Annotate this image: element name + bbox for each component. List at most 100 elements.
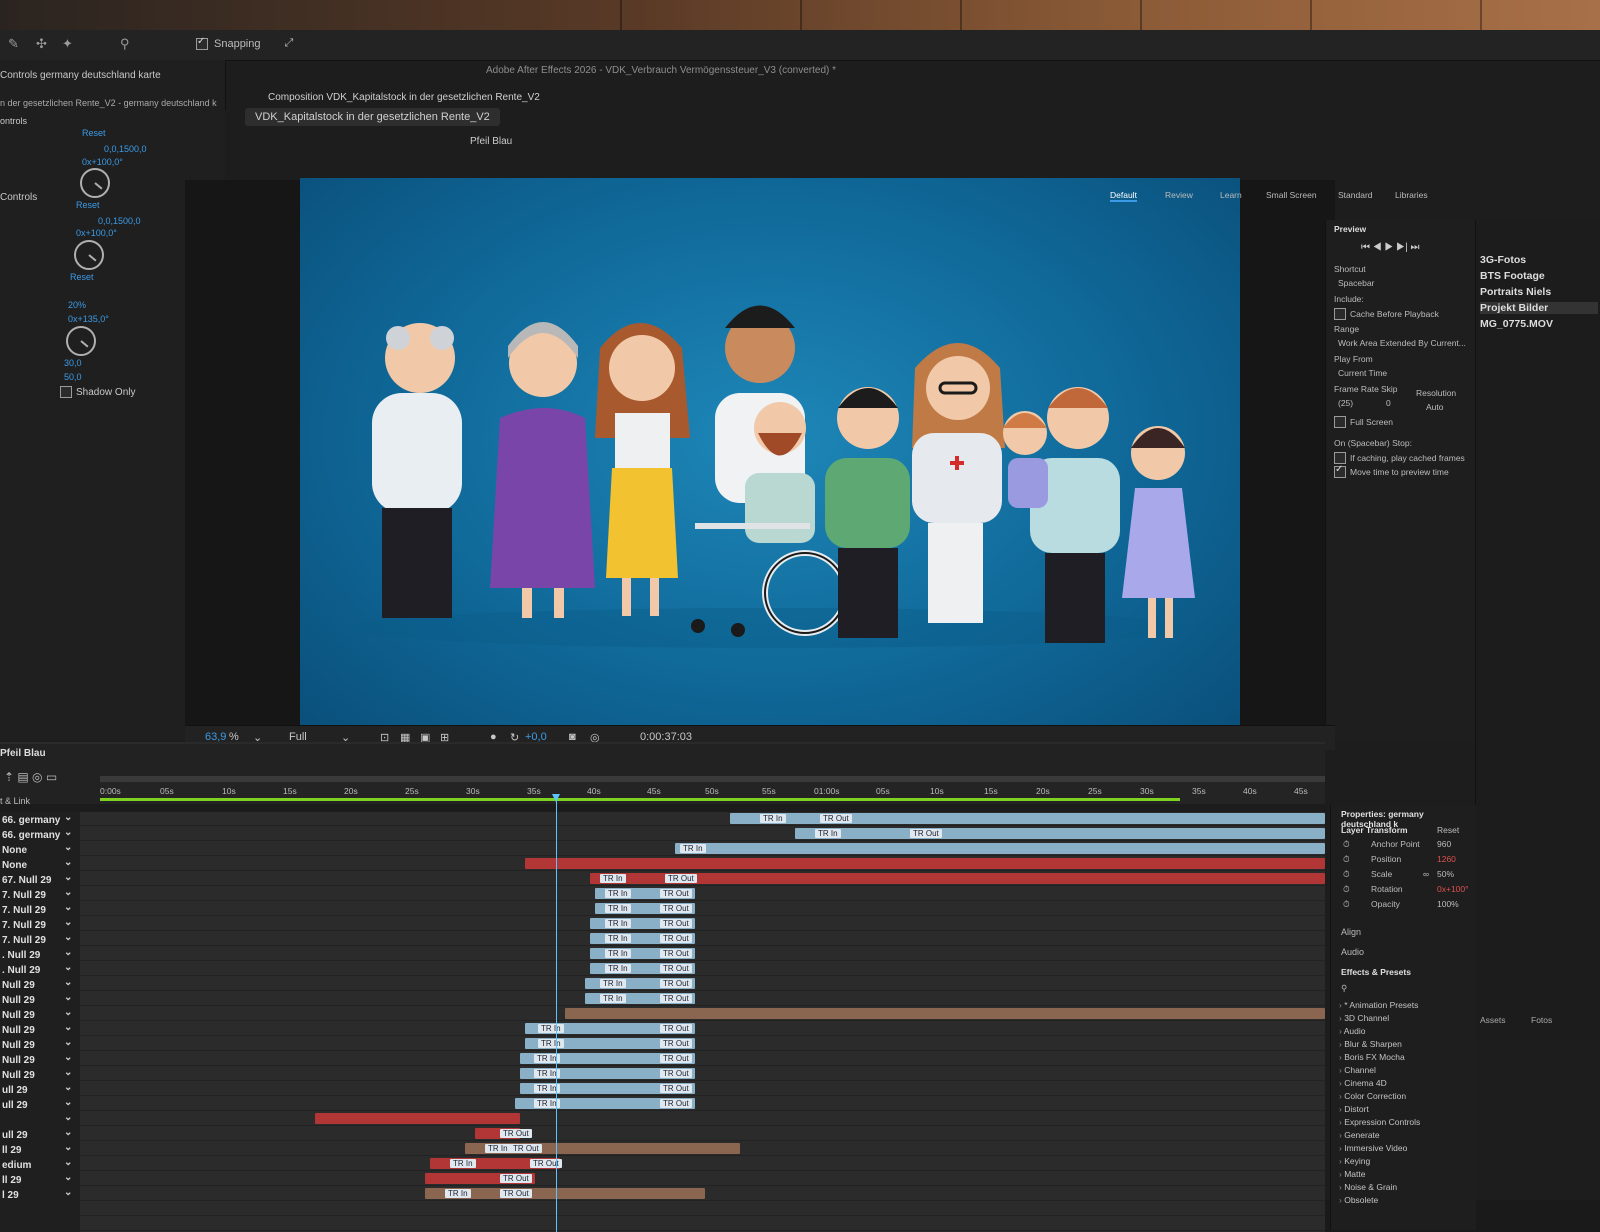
workspace-review[interactable]: Review: [1165, 190, 1193, 200]
marker-tr-out[interactable]: TR Out: [500, 1189, 532, 1198]
layer-name[interactable]: 7. Null 29: [2, 917, 72, 931]
cache-checkbox[interactable]: [1334, 308, 1346, 320]
layer-name[interactable]: 7. Null 29: [2, 932, 72, 946]
move-time-option[interactable]: Move time to preview time: [1334, 464, 1449, 478]
marker-tr-out[interactable]: TR Out: [530, 1159, 562, 1168]
marker-tr-out[interactable]: TR Out: [665, 874, 697, 883]
layer-name[interactable]: . Null 29: [2, 962, 73, 976]
composition-canvas[interactable]: [300, 178, 1240, 753]
layer-name[interactable]: 7. Null 29: [2, 887, 72, 901]
effect-category[interactable]: Expression Controls: [1339, 1117, 1420, 1127]
track-row[interactable]: [80, 1067, 1325, 1081]
effect-category[interactable]: Distort: [1339, 1104, 1369, 1114]
marker-tr-out[interactable]: TR Out: [510, 1144, 542, 1153]
marker-tr-in[interactable]: TR In: [815, 829, 841, 838]
layer-name[interactable]: Null 29: [2, 977, 72, 991]
workspace-learn[interactable]: Learn: [1220, 190, 1242, 200]
marker-tr-out[interactable]: TR Out: [660, 919, 692, 928]
snap-options-icon[interactable]: ⤢: [285, 37, 294, 50]
marker-tr-in[interactable]: TR In: [605, 919, 631, 928]
stopwatch-icon[interactable]: ⏱: [1343, 869, 1350, 880]
marker-tr-out[interactable]: TR Out: [660, 1069, 692, 1078]
pen-icon[interactable]: ✎: [8, 36, 19, 52]
stopwatch-icon[interactable]: ⏱: [1343, 899, 1350, 910]
cache-option[interactable]: Cache Before Playback: [1334, 308, 1439, 320]
audio-section[interactable]: Audio: [1341, 947, 1364, 957]
reset-link[interactable]: Reset: [76, 200, 100, 210]
workspace-small-screen[interactable]: Small Screen: [1266, 190, 1317, 200]
person-icon[interactable]: ⚲: [120, 36, 130, 52]
marker-tr-in[interactable]: TR In: [450, 1159, 476, 1168]
marker-tr-in[interactable]: TR In: [605, 949, 631, 958]
layer-bar[interactable]: [675, 843, 1325, 854]
effect-category[interactable]: Cinema 4D: [1339, 1078, 1387, 1088]
effect-category[interactable]: Audio: [1339, 1026, 1366, 1036]
range-select[interactable]: Work Area Extended By Current...: [1338, 338, 1466, 348]
opacity-value[interactable]: 100%: [1437, 899, 1459, 909]
layer-bar[interactable]: [795, 828, 1325, 839]
layer-name[interactable]: Null 29: [2, 1037, 72, 1051]
layer-name[interactable]: None: [2, 842, 72, 856]
puppet-icon[interactable]: ✣: [36, 36, 47, 52]
marker-tr-in[interactable]: TR In: [760, 814, 786, 823]
marker-tr-in[interactable]: TR In: [538, 1024, 564, 1033]
marker-tr-out[interactable]: TR Out: [660, 994, 692, 1003]
rotation-value[interactable]: 0x+100°: [1437, 884, 1469, 894]
timeline-tracks[interactable]: TR In TR Out TR In TR Out TR In TR In TR Out TR…: [80, 812, 1325, 1232]
project-folder[interactable]: Portraits Niels: [1480, 286, 1551, 298]
marker-tr-in[interactable]: TR In: [605, 889, 631, 898]
layer-tab[interactable]: Pfeil Blau: [470, 136, 512, 147]
layer-bar[interactable]: [590, 873, 1325, 884]
timeline-comp-name[interactable]: Pfeil Blau: [0, 748, 46, 759]
shadow-only-checkbox[interactable]: [60, 386, 72, 398]
track-row[interactable]: [80, 1127, 1325, 1141]
project-file[interactable]: MG_0775.MOV: [1480, 318, 1553, 330]
workspace-default[interactable]: Default: [1110, 190, 1137, 202]
marker-tr-in[interactable]: TR In: [605, 934, 631, 943]
marker-tr-out[interactable]: TR Out: [660, 934, 692, 943]
layer-name[interactable]: edium: [2, 1157, 73, 1171]
marker-tr-out[interactable]: TR Out: [660, 1084, 692, 1093]
track-row[interactable]: [80, 962, 1325, 976]
track-row[interactable]: [80, 1202, 1325, 1216]
effect-category[interactable]: Matte: [1339, 1169, 1365, 1179]
marker-tr-out[interactable]: TR Out: [500, 1174, 532, 1183]
stopwatch-icon[interactable]: ⏱: [1343, 839, 1350, 850]
effect-category[interactable]: Immersive Video: [1339, 1143, 1407, 1153]
track-row[interactable]: [80, 887, 1325, 901]
scale-value[interactable]: 50%: [1437, 869, 1454, 879]
layer-name[interactable]: 7. Null 29: [2, 902, 72, 916]
effect-category[interactable]: Generate: [1339, 1130, 1379, 1140]
track-row[interactable]: [80, 977, 1325, 991]
if-caching-option[interactable]: If caching, play cached frames: [1334, 452, 1465, 464]
full-screen-checkbox[interactable]: [1334, 416, 1346, 428]
distance-value[interactable]: 30,0: [64, 358, 82, 368]
layer-name[interactable]: ll 29: [2, 1172, 74, 1186]
marker-tr-in[interactable]: TR In: [485, 1144, 511, 1153]
layer-name[interactable]: ull 29: [2, 1097, 71, 1111]
angle-dial[interactable]: [80, 168, 110, 198]
marker-tr-in[interactable]: TR In: [605, 904, 631, 913]
layer-name[interactable]: . Null 29: [2, 947, 73, 961]
track-row[interactable]: [80, 1157, 1325, 1171]
layer-name[interactable]: 66. germany: [2, 812, 73, 826]
layer-name[interactable]: l 29: [2, 1187, 71, 1201]
playhead[interactable]: [552, 794, 560, 1232]
track-row[interactable]: [80, 932, 1325, 946]
transform-reset[interactable]: Reset: [1437, 825, 1459, 835]
if-caching-checkbox[interactable]: [1334, 452, 1346, 464]
marker-tr-out[interactable]: TR Out: [660, 904, 692, 913]
marker-tr-out[interactable]: TR Out: [660, 949, 692, 958]
marker-tr-out[interactable]: TR Out: [820, 814, 852, 823]
effect-category[interactable]: Blur & Sharpen: [1339, 1039, 1402, 1049]
track-row[interactable]: [80, 1217, 1325, 1231]
align-section[interactable]: Align: [1341, 927, 1361, 937]
track-row[interactable]: [80, 1082, 1325, 1096]
effect-category[interactable]: Boris FX Mocha: [1339, 1052, 1404, 1062]
time-ruler[interactable]: 0:00s 05s 10s 15s 20s 25s 30s 35s 40s 45…: [100, 776, 1325, 804]
marker-tr-in[interactable]: TR In: [445, 1189, 471, 1198]
breadcrumb-fotos[interactable]: Fotos: [1531, 1015, 1552, 1025]
effect-category[interactable]: Noise & Grain: [1339, 1182, 1397, 1192]
anchor-value[interactable]: 960: [1437, 839, 1451, 849]
layer-bar[interactable]: [315, 1113, 520, 1124]
